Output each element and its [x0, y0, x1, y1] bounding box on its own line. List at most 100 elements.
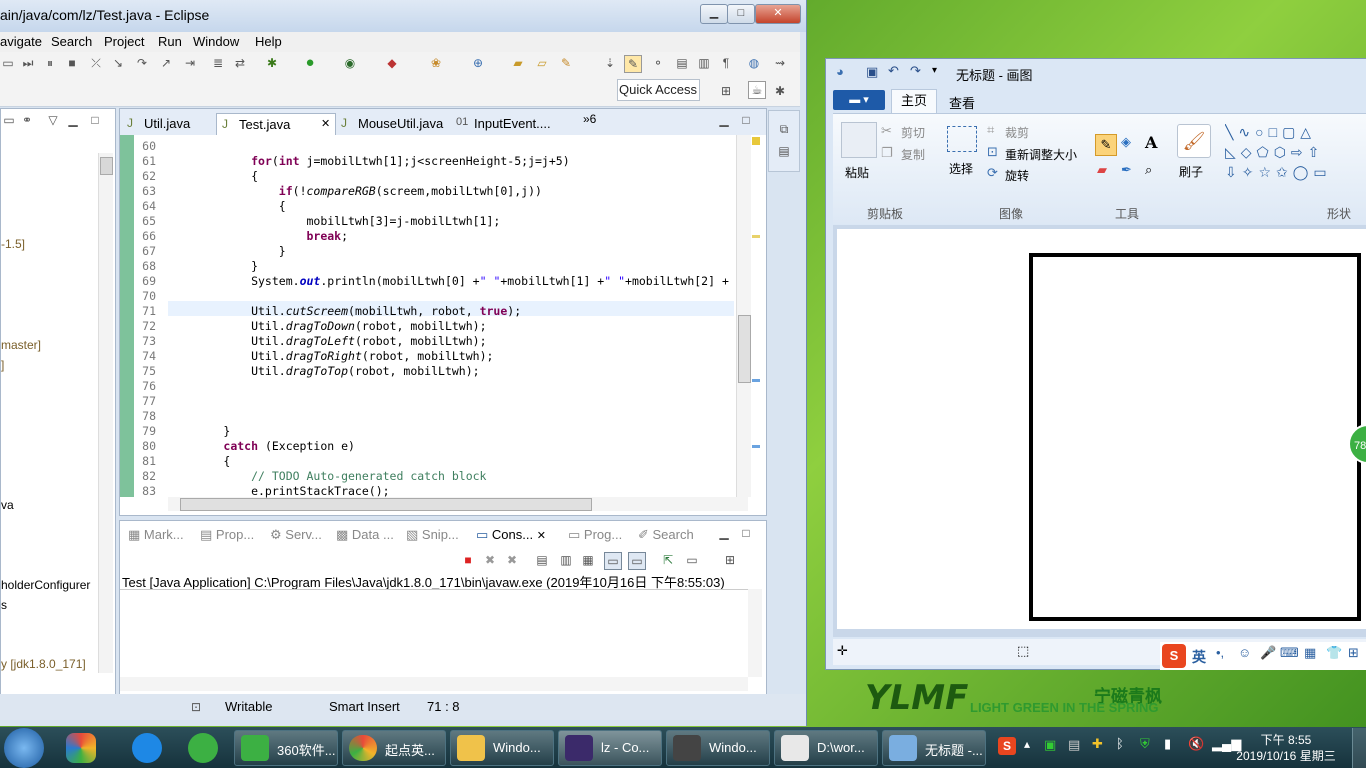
select-icon[interactable] [947, 126, 977, 152]
crop-button[interactable]: 裁剪 [1005, 124, 1029, 141]
code-line[interactable]: System.out.println(mobilLtwh[0] +" "+mob… [168, 274, 729, 288]
code-line[interactable]: Util.dragToRight(robot, mobilLtwh); [168, 349, 493, 363]
close-tab-icon[interactable]: ✕ [321, 117, 330, 130]
brush-button[interactable]: 刷子 [1179, 163, 1203, 180]
tab-properties[interactable]: ▤ Prop... [200, 527, 254, 543]
show-whitespace-icon[interactable]: ¶ [718, 55, 734, 71]
console-vscrollbar[interactable] [748, 589, 762, 677]
mark-occurrences-icon[interactable]: ✎ [624, 55, 642, 73]
clock[interactable]: 下午 8:55 2019/10/16 星期三 [1236, 732, 1336, 764]
minimize-button[interactable]: ▁ [700, 4, 728, 24]
step-icon[interactable]: ⏭ [20, 55, 36, 71]
resize-button[interactable]: 重新调整大小 [1005, 146, 1077, 163]
ime-language[interactable]: 英 [1192, 647, 1206, 667]
tab-inputevent[interactable]: 01 InputEvent.... [452, 113, 562, 135]
step-return-icon[interactable]: ↗ [158, 55, 174, 71]
code-line[interactable]: break; [168, 229, 348, 243]
tab-home[interactable]: 主页 [891, 89, 937, 113]
debug-perspective-icon[interactable]: ✱ [772, 83, 788, 99]
remove-all-icon[interactable]: ✖ [504, 552, 520, 568]
task-chrome[interactable]: 起点英... [342, 730, 446, 766]
scroll-thumb[interactable] [100, 157, 113, 175]
text-icon[interactable]: A [1145, 133, 1157, 152]
code-line[interactable]: for(int j=mobilLtwh[1];j<screenHeight-5;… [168, 154, 570, 168]
tree-item[interactable]: ] [1, 358, 4, 372]
quick-access-field[interactable]: Quick Access [617, 79, 700, 101]
minimize-view-icon[interactable]: ▁ [716, 525, 732, 541]
code-line[interactable]: } [168, 259, 258, 273]
rotate-button[interactable]: 旋转 [1005, 167, 1029, 184]
redo-icon[interactable]: ↷ [910, 63, 921, 79]
tree-item[interactable]: master] [1, 338, 41, 352]
terminate-icon[interactable]: ■ [64, 55, 80, 71]
tab-util-java[interactable]: J Util.java [122, 113, 216, 135]
code-line[interactable]: e.printStackTrace(); [168, 484, 389, 498]
eraser-icon[interactable]: ▰ [1097, 162, 1107, 178]
task-360-software[interactable]: 360软件... [234, 730, 338, 766]
toggle-icon[interactable]: ⇄ [232, 55, 248, 71]
word-wrap-icon[interactable]: ▦ [580, 552, 596, 568]
tab-markers[interactable]: ▦ Mark... [128, 527, 184, 543]
code-line[interactable]: } [168, 244, 286, 258]
select-button[interactable]: 选择 [949, 160, 973, 177]
shapes-gallery[interactable]: ╲∿○□▢△ ◺◇⬠⬡⇨⇧ ⇩✧☆✩◯▭ [1225, 122, 1366, 182]
editor-hscrollbar[interactable] [168, 497, 748, 511]
java-ee-perspective-icon[interactable]: ☕ [748, 81, 766, 99]
close-button[interactable]: ✕ [755, 4, 801, 24]
tab-data-source[interactable]: ▩ Data ... [336, 527, 394, 543]
cut-icon[interactable]: ✂ [881, 123, 892, 139]
run-icon[interactable]: ● [302, 55, 318, 71]
menu-project[interactable]: Project [104, 34, 144, 49]
next-annotation-icon[interactable]: ⇣ [602, 55, 618, 71]
save-icon[interactable]: ▭ [0, 55, 16, 71]
tray-app-icon[interactable]: ▣ [1044, 737, 1056, 753]
tray-expand-icon[interactable]: ▴ [1024, 737, 1030, 751]
cut-button[interactable]: 剪切 [901, 124, 925, 141]
menu-help[interactable]: Help [255, 34, 282, 49]
menu-grid-icon[interactable]: ⊞ [1348, 645, 1359, 661]
console-hscrollbar[interactable] [120, 677, 748, 691]
resize-icon[interactable]: ⊡ [987, 144, 998, 160]
maximize-button[interactable]: □ [727, 4, 755, 24]
pin-icon[interactable]: ⇝ [772, 55, 788, 71]
pencil-icon[interactable]: ✎ [1095, 134, 1117, 156]
code-line[interactable]: catch (Exception e) [168, 439, 355, 453]
drawing-canvas[interactable] [837, 229, 1366, 629]
editor-vscrollbar[interactable] [736, 135, 751, 497]
color-picker-icon[interactable]: ✒ [1121, 162, 1132, 178]
highlight-icon[interactable]: ⚬ [650, 55, 666, 71]
open-type-icon[interactable]: ▰ [510, 55, 526, 71]
drop-frame-icon[interactable]: ⇥ [182, 55, 198, 71]
rotate-icon[interactable]: ⟳ [987, 165, 998, 181]
step-into-icon[interactable]: ↘ [110, 55, 126, 71]
tab-view[interactable]: 查看 [949, 93, 975, 112]
punctuation-icon[interactable]: •, [1216, 645, 1224, 660]
tab-console[interactable]: ▭ Cons... ✕ [476, 527, 546, 543]
sogou-tray-icon[interactable]: S [998, 737, 1016, 755]
whitespace-icon[interactable]: ▤ [674, 55, 690, 71]
menu-run[interactable]: Run [158, 34, 182, 49]
clear-console-icon[interactable]: ▤ [534, 552, 550, 568]
code-line[interactable]: mobilLtwh[3]=j-mobilLtwh[1]; [168, 214, 500, 228]
close-tab-icon[interactable]: ✕ [537, 530, 546, 542]
bluetooth-icon[interactable]: ᛒ [1116, 736, 1124, 751]
code-line[interactable]: } [168, 424, 230, 438]
console-output[interactable] [120, 589, 748, 678]
open-perspective-icon[interactable]: ⊞ [718, 83, 734, 99]
security-tray-icon[interactable]: ✚ [1092, 736, 1103, 752]
code-line[interactable]: // TODO Auto-generated catch block [168, 469, 486, 483]
tab-search[interactable]: ✐ Search [638, 527, 694, 543]
network-tray-icon[interactable]: ▤ [1068, 737, 1080, 753]
new-package-icon[interactable]: ⊕ [470, 55, 486, 71]
remove-launch-icon[interactable]: ✖ [482, 552, 498, 568]
maximize-view-icon[interactable]: □ [87, 112, 103, 128]
coverage-icon[interactable]: ◉ [342, 55, 358, 71]
task-notepad[interactable]: D:\wor... [774, 730, 878, 766]
scroll-thumb[interactable] [738, 315, 751, 383]
copy-button[interactable]: 复制 [901, 146, 925, 163]
code-line[interactable]: if(!compareRGB(screem,mobilLtwh[0],j)) [168, 184, 542, 198]
paint-app-icon[interactable]: ◕ [836, 64, 844, 79]
task-explorer[interactable]: Windo... [450, 730, 554, 766]
skin-icon[interactable]: 👕 [1326, 645, 1342, 661]
disconnect-icon[interactable]: ⤫ [88, 55, 104, 71]
